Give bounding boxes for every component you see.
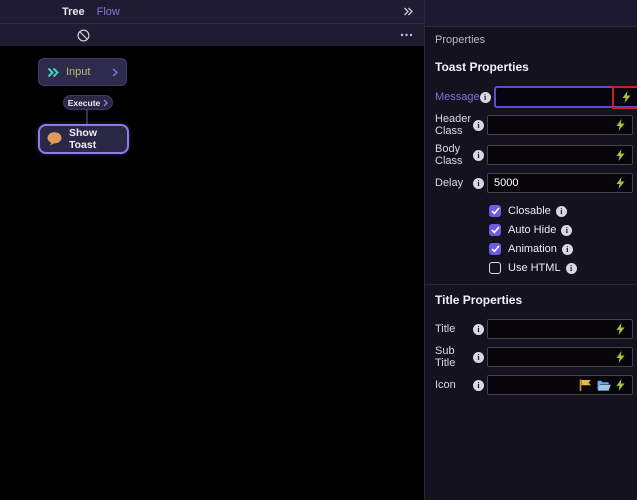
info-icon[interactable] [473, 380, 484, 391]
section-divider [425, 284, 637, 285]
node-input[interactable]: Input [38, 58, 127, 86]
use-html-checkbox[interactable] [489, 262, 501, 274]
chevron-right-icon [103, 99, 108, 107]
delay-input[interactable] [488, 174, 632, 192]
chat-bubble-icon [47, 132, 62, 146]
lightning-bolt-icon[interactable] [616, 149, 625, 161]
auto-hide-checkbox[interactable] [489, 224, 501, 236]
field-row-title: Title [435, 319, 633, 339]
field-row-body-class: Body Class [435, 143, 633, 167]
auto-hide-label: Auto Hide [508, 224, 556, 236]
no-entry-icon[interactable] [77, 29, 90, 42]
checkbox-row-auto-hide: Auto Hide [489, 224, 633, 236]
sub-title-input-wrap [487, 347, 633, 367]
title-properties-heading: Title Properties [435, 293, 633, 307]
header-class-input-wrap [487, 115, 633, 135]
info-icon[interactable] [561, 225, 572, 236]
animation-checkbox[interactable] [489, 243, 501, 255]
use-html-label: Use HTML [508, 262, 561, 274]
properties-panel-body: Toast Properties Message Header Class [425, 60, 637, 395]
lightning-bolt-icon[interactable] [616, 379, 625, 391]
body-class-input[interactable] [488, 146, 632, 164]
toast-properties-heading: Toast Properties [435, 60, 633, 74]
info-icon[interactable] [556, 206, 567, 217]
field-row-header-class: Header Class [435, 113, 633, 137]
chevron-double-right-icon[interactable] [403, 6, 414, 17]
toast-node-label: Show Toast [69, 127, 120, 151]
lightning-bolt-icon[interactable] [616, 323, 625, 335]
properties-panel: Properties Toast Properties Message Head… [424, 0, 637, 500]
delay-input-wrap [487, 173, 633, 193]
info-icon[interactable] [473, 178, 484, 189]
delay-label: Delay [435, 177, 473, 189]
info-icon[interactable] [473, 324, 484, 335]
lightning-bolt-icon[interactable] [622, 91, 631, 103]
folder-open-icon[interactable] [597, 380, 611, 391]
title-input[interactable] [488, 320, 632, 338]
info-icon[interactable] [566, 263, 577, 274]
chevron-right-icon[interactable] [112, 68, 118, 77]
field-row-delay: Delay [435, 173, 633, 193]
lightning-bolt-icon[interactable] [616, 177, 625, 189]
field-row-icon: Icon [435, 375, 633, 395]
body-class-input-wrap [487, 145, 633, 165]
info-icon[interactable] [473, 120, 484, 131]
input-node-label: Input [66, 66, 112, 78]
checkbox-row-use-html: Use HTML [489, 262, 633, 274]
tab-flow[interactable]: Flow [97, 6, 120, 18]
toast-options-group: Closable Auto Hide Animation [489, 205, 633, 274]
sub-title-input[interactable] [488, 348, 632, 366]
message-input-wrap [494, 86, 637, 108]
info-icon[interactable] [473, 150, 484, 161]
lightning-bolt-icon[interactable] [616, 351, 625, 363]
icon-label: Icon [435, 379, 473, 391]
checkbox-row-animation: Animation [489, 243, 633, 255]
closable-checkbox[interactable] [489, 205, 501, 217]
panel-top-strip [425, 0, 637, 27]
header-class-input[interactable] [488, 116, 632, 134]
flow-editor-window: Tree Flow Input [0, 0, 637, 500]
edge-label-execute[interactable]: Execute [63, 95, 113, 110]
flow-canvas[interactable]: Input Execute Show Toast [0, 46, 424, 500]
icon-input-wrap [487, 375, 633, 395]
double-chevron-icon [47, 67, 60, 78]
title-input-wrap [487, 319, 633, 339]
title-label: Title [435, 323, 473, 335]
field-row-message: Message [435, 86, 633, 108]
lightning-bolt-icon[interactable] [616, 119, 625, 131]
message-label: Message [435, 91, 480, 103]
ellipsis-icon[interactable] [400, 33, 413, 37]
header-class-label: Header Class [435, 113, 473, 137]
edge-connector-line [86, 110, 88, 125]
info-icon[interactable] [480, 92, 491, 103]
message-input[interactable] [496, 88, 637, 106]
editor-topbar: Tree Flow [0, 0, 424, 23]
animation-label: Animation [508, 243, 557, 255]
info-icon[interactable] [562, 244, 573, 255]
checkbox-row-closable: Closable [489, 205, 633, 217]
icon-field-buttons [579, 379, 625, 391]
flow-editor-area: Tree Flow Input [0, 0, 424, 500]
sub-title-label: Sub Title [435, 345, 473, 369]
flag-icon[interactable] [579, 379, 592, 391]
closable-label: Closable [508, 205, 551, 217]
node-show-toast[interactable]: Show Toast [38, 124, 129, 154]
body-class-label: Body Class [435, 143, 473, 167]
tab-tree[interactable]: Tree [62, 6, 85, 18]
edge-label-text: Execute [68, 98, 101, 108]
canvas-toolbar [0, 23, 424, 46]
info-icon[interactable] [473, 352, 484, 363]
field-row-sub-title: Sub Title [435, 345, 633, 369]
properties-panel-title: Properties [425, 27, 637, 52]
